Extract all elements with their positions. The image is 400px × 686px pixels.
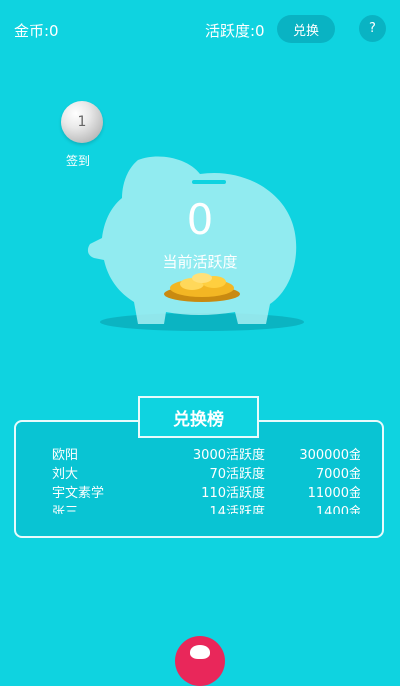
leaderboard-list[interactable]: 欧阳 3000活跃度 300000金币 刘大 70活跃度 7000金币 宇文素学… (30, 444, 360, 514)
row-name: 宇文素学 (52, 486, 105, 501)
row-coins: 7000金币 (315, 467, 360, 482)
row-activity: 70活跃度 (209, 467, 265, 482)
row-activity: 3000活跃度 (192, 448, 265, 463)
exchange-button[interactable]: 兑换 (277, 15, 335, 43)
row-activity: 110活跃度 (201, 486, 265, 501)
leaderboard-title: 兑换榜 (138, 396, 259, 438)
coins-count: 金币:0 (14, 22, 59, 40)
sign-in-day-number: 1 (77, 114, 87, 130)
mascot-face-icon (190, 645, 210, 659)
list-item: 欧阳 3000活跃度 300000金币 (30, 444, 360, 463)
list-item: 宇文素学 110活跃度 11000金币 (30, 482, 360, 501)
row-coins: 11000金币 (307, 486, 360, 501)
help-button[interactable]: ? (359, 15, 386, 42)
bottom-mascot-icon[interactable] (175, 636, 225, 686)
list-item: 张三 14活跃度 1400金币 (30, 501, 360, 514)
piggy-bank-icon (87, 156, 304, 331)
row-name: 欧阳 (52, 448, 79, 463)
top-bar (0, 0, 400, 60)
current-activity-caption: 当前活跃度 (162, 253, 238, 271)
activity-count: 活跃度:0 (205, 22, 265, 40)
row-name: 刘大 (52, 467, 79, 482)
sign-in-coin-icon[interactable]: 1 (61, 101, 103, 143)
row-activity: 14活跃度 (209, 505, 265, 514)
row-coins: 1400金币 (315, 505, 360, 514)
row-coins: 300000金币 (299, 448, 360, 463)
current-activity-value: 0 (186, 195, 214, 244)
list-item: 刘大 70活跃度 7000金币 (30, 463, 360, 482)
row-name: 张三 (52, 505, 79, 514)
